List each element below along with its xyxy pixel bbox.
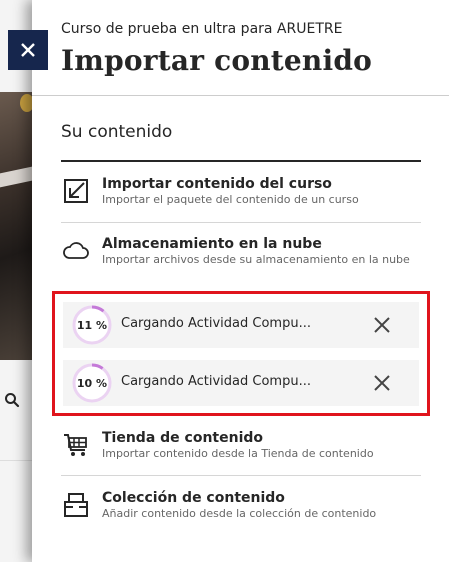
progress-percent: 11 % [76, 318, 108, 332]
background-image-stripe [0, 166, 32, 188]
upload-progress-list: 11 % Cargando Actividad Compu... 10 % Ca… [52, 291, 430, 416]
content-market-description: Importar contenido desde la Tienda de co… [102, 447, 374, 460]
upload-status-text: Cargando Actividad Compu... [121, 316, 311, 331]
background-page [0, 0, 34, 562]
content-collection-label: Colección de contenido [102, 490, 285, 506]
import-icon [61, 176, 91, 206]
collection-icon [61, 490, 91, 520]
section-title: Su contenido [61, 122, 173, 142]
upload-status-text: Cargando Actividad Compu... [121, 374, 311, 389]
import-course-content-label: Importar contenido del curso [102, 176, 332, 192]
cart-icon [61, 430, 91, 460]
cancel-upload-button[interactable] [371, 372, 393, 394]
content-market-label: Tienda de contenido [102, 430, 264, 446]
cloud-storage-description: Importar archivos desde su almacenamient… [102, 253, 410, 266]
upload-item: 11 % Cargando Actividad Compu... [63, 302, 419, 348]
cancel-upload-button[interactable] [371, 314, 393, 336]
close-icon [21, 43, 35, 57]
close-icon [374, 317, 390, 333]
import-content-panel: Curso de prueba en ultra para ARUETRE Im… [32, 0, 449, 562]
cloud-storage-label: Almacenamiento en la nube [102, 236, 322, 252]
upload-item: 10 % Cargando Actividad Compu... [63, 360, 419, 406]
content-collection-description: Añadir contenido desde la colección de c… [102, 507, 377, 520]
content-collection-option[interactable]: Colección de contenido Añadir contenido … [61, 490, 421, 530]
panel-header: Curso de prueba en ultra para ARUETRE Im… [32, 0, 449, 96]
progress-percent: 10 % [76, 376, 108, 390]
close-icon [374, 375, 390, 391]
background-course-image [0, 92, 34, 360]
background-divider [0, 460, 32, 461]
content-market-option[interactable]: Tienda de contenido Importar contenido d… [61, 430, 421, 476]
page-title: Importar contenido [61, 44, 372, 77]
course-name: Curso de prueba en ultra para ARUETRE [61, 21, 343, 37]
cloud-icon [61, 236, 91, 266]
close-panel-button[interactable] [8, 30, 48, 70]
import-course-content-option[interactable]: Importar contenido del curso Importar el… [61, 176, 421, 223]
search-icon [0, 380, 24, 420]
import-course-content-description: Importar el paquete del contenido de un … [102, 193, 359, 206]
cloud-storage-option[interactable]: Almacenamiento en la nube Importar archi… [61, 236, 421, 290]
section-divider [61, 160, 421, 162]
